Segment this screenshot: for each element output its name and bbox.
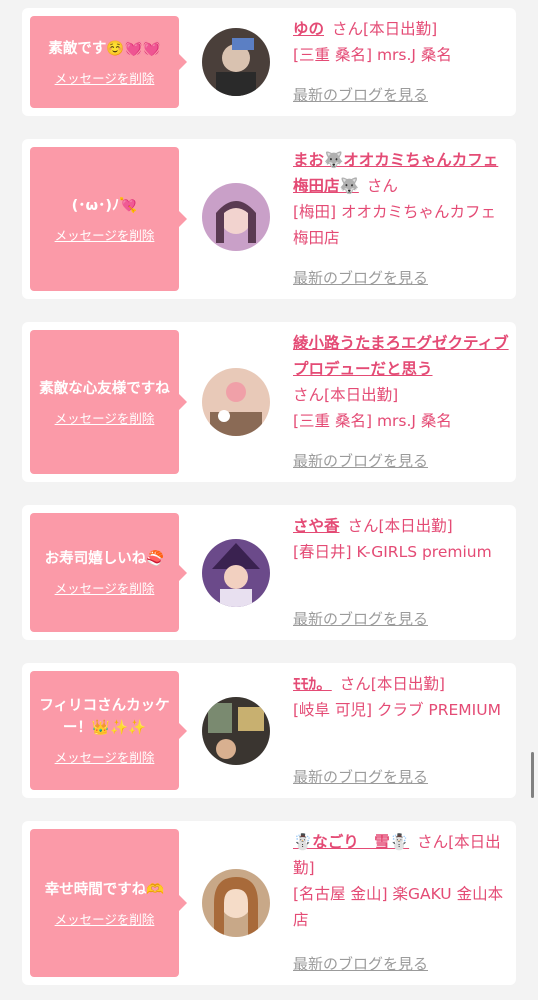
message-card: 素敵な心友様ですね メッセージを削除 綾小路うたまろエグゼクティブプロデューだと… xyxy=(22,322,516,482)
working-today-badge: [本日出勤] xyxy=(363,20,438,38)
message-bubble: (･ω･)ﾉ💘 メッセージを削除 xyxy=(30,147,187,291)
message-card: (･ω･)ﾉ💘 メッセージを削除 まお🐺オオカミちゃんカフェ梅田店🐺 さん [梅田… xyxy=(22,139,516,299)
working-today-badge: [本日出勤] xyxy=(370,675,445,693)
latest-blog-link[interactable]: 最新のブログを見る xyxy=(293,608,428,629)
honorific: さん xyxy=(417,833,449,851)
working-today-badge: [本日出勤] xyxy=(324,386,399,404)
message-card: フィリコさんカッケー！👑✨✨ メッセージを削除 ﾓﾓｶ。 さん[本日出勤] [岐阜… xyxy=(22,663,516,798)
shop-info: [三重 桑名] mrs.J 桑名 xyxy=(293,412,452,430)
shop-info: [岐阜 可児] クラブ PREMIUM xyxy=(293,701,501,719)
message-text: 素敵な心友様ですね xyxy=(39,380,170,397)
shop-info: [春日井] K-GIRLS premium xyxy=(293,543,492,561)
message-text: 素敵です☺️💓💓 xyxy=(48,40,161,57)
avatar[interactable] xyxy=(202,28,270,96)
avatar[interactable] xyxy=(202,368,270,436)
message-card: 素敵です☺️💓💓 メッセージを削除 ゆの さん[本日出勤] [三重 桑名] mrs… xyxy=(22,8,516,116)
message-bubble: 素敵な心友様ですね メッセージを削除 xyxy=(30,330,187,474)
girl-name-link[interactable]: ゆの xyxy=(293,20,324,38)
delete-message-link[interactable]: メッセージを削除 xyxy=(55,578,155,597)
message-text: フィリコさんカッケー！👑✨✨ xyxy=(39,698,170,736)
scrollbar[interactable] xyxy=(531,752,534,798)
delete-message-link[interactable]: メッセージを削除 xyxy=(55,747,155,766)
avatar[interactable] xyxy=(202,183,270,251)
message-card: 幸せ時間ですね🫶 メッセージを削除 ☃️なごり 雪☃️ さん[本日出勤] [名古屋… xyxy=(22,821,516,985)
profile-info: 綾小路うたまろエグゼクティブプロデューだと思う さん[本日出勤] [三重 桑名]… xyxy=(293,330,509,434)
message-text: (･ω･)ﾉ💘 xyxy=(71,197,138,214)
latest-blog-link[interactable]: 最新のブログを見る xyxy=(293,84,428,105)
shop-info: [名古屋 金山] 楽GAKU 金山本店 xyxy=(293,885,504,929)
latest-blog-link[interactable]: 最新のブログを見る xyxy=(293,953,428,974)
message-bubble: フィリコさんカッケー！👑✨✨ メッセージを削除 xyxy=(30,671,187,790)
profile-info: ☃️なごり 雪☃️ さん[本日出勤] [名古屋 金山] 楽GAKU 金山本店 xyxy=(293,829,509,933)
delete-message-link[interactable]: メッセージを削除 xyxy=(55,225,155,244)
delete-message-link[interactable]: メッセージを削除 xyxy=(55,408,155,427)
avatar[interactable] xyxy=(202,539,270,607)
girl-name-link[interactable]: ﾓﾓｶ。 xyxy=(293,675,332,693)
girl-name-link[interactable]: 綾小路うたまろエグゼクティブプロデューだと思う xyxy=(293,334,509,378)
delete-message-link[interactable]: メッセージを削除 xyxy=(55,68,155,87)
honorific: さん xyxy=(293,386,325,404)
profile-info: まお🐺オオカミちゃんカフェ梅田店🐺 さん [梅田] オオカミちゃんカフェ梅田店 xyxy=(293,147,509,251)
message-card: お寿司嬉しいね🍣 メッセージを削除 さや香 さん[本日出勤] [春日井] K-GI… xyxy=(22,505,516,640)
shop-info: [三重 桑名] mrs.J 桑名 xyxy=(293,46,452,64)
latest-blog-link[interactable]: 最新のブログを見る xyxy=(293,267,428,288)
avatar[interactable] xyxy=(202,869,270,937)
profile-info: ゆの さん[本日出勤] [三重 桑名] mrs.J 桑名 xyxy=(293,16,509,68)
girl-name-link[interactable]: さや香 xyxy=(293,517,340,535)
shop-info: [梅田] オオカミちゃんカフェ梅田店 xyxy=(293,203,497,247)
message-text: お寿司嬉しいね🍣 xyxy=(44,551,165,567)
latest-blog-link[interactable]: 最新のブログを見る xyxy=(293,450,428,471)
message-bubble: 素敵です☺️💓💓 メッセージを削除 xyxy=(30,16,187,108)
message-bubble: 幸せ時間ですね🫶 メッセージを削除 xyxy=(30,829,187,977)
girl-name-link[interactable]: ☃️なごり 雪☃️ xyxy=(293,833,409,851)
delete-message-link[interactable]: メッセージを削除 xyxy=(55,909,155,928)
working-today-badge: [本日出勤] xyxy=(378,517,453,535)
honorific: さん xyxy=(332,20,364,38)
avatar[interactable] xyxy=(202,697,270,765)
honorific: さん xyxy=(339,675,371,693)
honorific: さん xyxy=(347,517,379,535)
profile-info: ﾓﾓｶ。 さん[本日出勤] [岐阜 可児] クラブ PREMIUM xyxy=(293,671,509,723)
message-bubble: お寿司嬉しいね🍣 メッセージを削除 xyxy=(30,513,187,632)
message-text: 幸せ時間ですね🫶 xyxy=(44,881,165,898)
latest-blog-link[interactable]: 最新のブログを見る xyxy=(293,766,428,787)
honorific: さん xyxy=(366,177,398,195)
profile-info: さや香 さん[本日出勤] [春日井] K-GIRLS premium xyxy=(293,513,509,565)
